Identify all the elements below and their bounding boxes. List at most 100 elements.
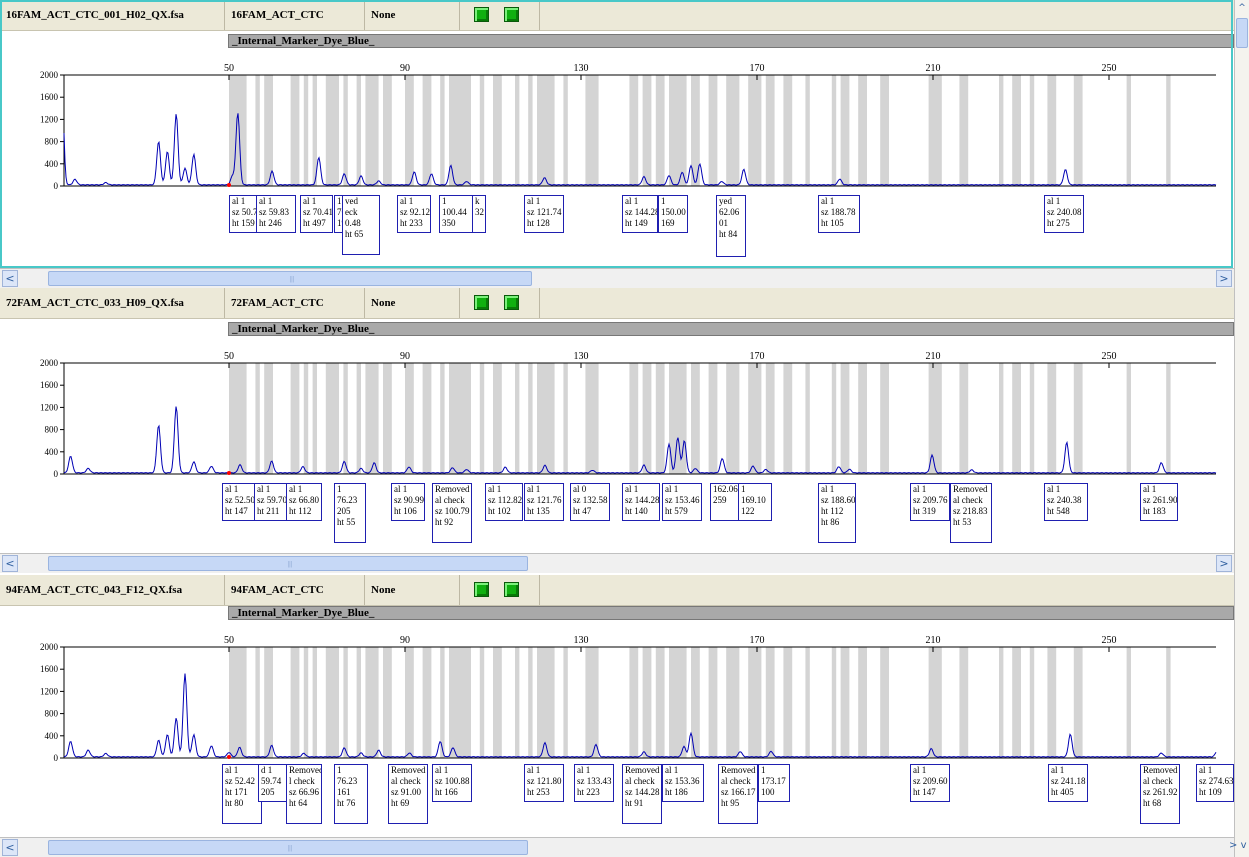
peak-label-box[interactable]: d 1 59.74 205	[258, 764, 288, 802]
peak-label-box[interactable]: al 1 sz 52.50 ht 147	[222, 483, 256, 521]
corner-scroll-buttons[interactable]: > v	[1229, 840, 1249, 857]
electropherogram-panel-3[interactable]: 94FAM_ACT_CTC_043_F12_QX.fsa 94FAM_ACT_C…	[0, 575, 1234, 857]
peak-label-box[interactable]: 1 76.23 205 ht 55	[334, 483, 366, 543]
peak-label-box[interactable]: 1 173.17 100	[758, 764, 790, 802]
peak-label-box[interactable]: al 1 sz 209.60 ht 147	[910, 764, 950, 802]
peak-label-box[interactable]: al 1 sz 112.82 ht 102	[485, 483, 523, 521]
scroll-left-button[interactable]: <	[2, 555, 18, 572]
scroll-thumb[interactable]: |||	[48, 271, 532, 286]
bin-shade	[264, 363, 273, 474]
peak-label-box[interactable]: al 1 sz 121.76 ht 135	[524, 483, 564, 521]
peak-label-box[interactable]: al 1 sz 153.36 ht 186	[662, 764, 704, 802]
scroll-up-button[interactable]: ^	[1235, 1, 1249, 16]
sample-name: 94FAM_ACT_CTC	[225, 575, 365, 605]
peak-label-box[interactable]: 1 100.44 350	[439, 195, 474, 233]
peak-label-box[interactable]: al 1 sz 240.38 ht 548	[1044, 483, 1088, 521]
peak-label-box[interactable]: al 1 sz 52.42 ht 171 ht 80	[222, 764, 262, 824]
peak-label-box[interactable]: al 1 sz 144.28 ht 140	[622, 483, 660, 521]
horizontal-scrollbar[interactable]: < ||| >	[0, 553, 1234, 573]
peak-label-box[interactable]: al 1 sz 153.46 ht 579	[662, 483, 702, 521]
peak-label-box[interactable]: k 32	[472, 195, 486, 233]
bin-shade	[356, 647, 361, 758]
peak-label-line: ht 76	[337, 798, 356, 808]
electropherogram-plot[interactable]: 50 90 130 170 210 250 2000 1600 1200 800 400 0	[0, 336, 1234, 486]
peak-label-box[interactable]: al 1 sz 100.88 ht 166	[432, 764, 472, 802]
peak-label-box[interactable]: Removed al check sz 100.79 ht 92	[432, 483, 472, 543]
peak-label-box[interactable]: al 1 sz 59.83 ht 246	[256, 195, 296, 233]
peak-label-box[interactable]: 1 169.10 122	[738, 483, 772, 521]
y-tick-label: 1600	[40, 380, 59, 390]
peak-label-box[interactable]: al 1 sz 121.74 ht 128	[524, 195, 564, 233]
peak-label-box[interactable]: Removed al check sz 218.83 ht 53	[950, 483, 992, 543]
scroll-left-button[interactable]: <	[2, 839, 18, 856]
peak-label-box[interactable]: Removed al check sz 261.92 ht 68	[1140, 764, 1180, 824]
peak-label-box[interactable]: yed 62.06 01 ht 84	[716, 195, 746, 257]
peak-label-line: ht 246	[259, 218, 282, 228]
peak-label-box[interactable]: 1 150.00 169	[658, 195, 688, 233]
dye-swatch-icon[interactable]	[504, 7, 519, 22]
marker-dot	[227, 183, 231, 187]
peak-label-box[interactable]: 162.06 259	[710, 483, 740, 521]
peak-label-line: 76.23	[337, 495, 358, 505]
peak-label-box[interactable]: Removed l check sz 66.96 ht 64	[286, 764, 322, 824]
bin-shade	[831, 75, 837, 186]
scroll-thumb[interactable]: |||	[48, 840, 528, 855]
peak-label-box[interactable]: al 1 sz 70.41 ht 497	[300, 195, 333, 233]
horizontal-scrollbar[interactable]: < |||	[0, 837, 1234, 857]
horizontal-scrollbar[interactable]: < ||| >	[0, 268, 1234, 288]
peak-label-box[interactable]: al 1 sz 209.76 ht 319	[910, 483, 950, 521]
x-tick-label: 170	[750, 63, 765, 74]
scroll-down-icon[interactable]: v	[1241, 840, 1247, 851]
peak-label-box[interactable]: al 1 sz 188.78 ht 105	[818, 195, 860, 233]
peak-label-box[interactable]: al 1 sz 261.90 ht 183	[1140, 483, 1178, 521]
peak-label-box[interactable]: ved eck 0.48 ht 65	[342, 195, 380, 255]
bin-shade	[255, 647, 260, 758]
scroll-thumb[interactable]: |||	[48, 556, 528, 571]
peak-label-line: ht 84	[719, 229, 738, 239]
peak-label-box[interactable]: al 1 sz 121.80 ht 253	[524, 764, 564, 802]
peak-label-box[interactable]: al 1 sz 66.80 ht 112	[286, 483, 322, 521]
electropherogram-panel-2[interactable]: 72FAM_ACT_CTC_033_H09_QX.fsa 72FAM_ACT_C…	[0, 288, 1234, 575]
bin-shade	[1166, 363, 1171, 474]
electropherogram-plot[interactable]: 50 90 130 170 210 250 2000 1600 1200 800 400 0	[0, 620, 1234, 770]
peak-label-line: ht 319	[913, 506, 936, 516]
peak-label-box[interactable]: al 1 sz 133.43 ht 223	[574, 764, 614, 802]
dye-swatch-icon[interactable]	[474, 7, 489, 22]
peak-label-box[interactable]: al 1 sz 274.63 ht 109	[1196, 764, 1234, 802]
bin-shade	[655, 75, 665, 186]
dye-swatch-icon[interactable]	[504, 582, 519, 597]
status-text: None	[365, 575, 460, 605]
bin-shade	[1029, 363, 1035, 474]
dye-swatch-icon[interactable]	[474, 582, 489, 597]
vertical-scroll-thumb[interactable]	[1236, 18, 1248, 48]
peak-label-box[interactable]: al 1 sz 188.60 ht 112 ht 86	[818, 483, 856, 543]
peak-label-line: ht 68	[1143, 798, 1162, 808]
peak-label-box[interactable]: al 1sz 50.79ht 159	[229, 195, 257, 233]
peak-label-line: ht 55	[337, 517, 356, 527]
peak-label-box[interactable]: al 0 sz 132.58 ht 47	[570, 483, 610, 521]
electropherogram-plot[interactable]: 50 90 130 170 210 250 2000 1600 1200 800 400 0	[0, 48, 1234, 198]
peak-label-box[interactable]: 1 76.23 161 ht 76	[334, 764, 368, 824]
scroll-right-icon[interactable]: >	[1229, 840, 1237, 851]
peak-label-box[interactable]: al 1 sz 144.28 ht 149	[622, 195, 658, 233]
peak-label-box[interactable]: al 1 sz 240.08 ht 275	[1044, 195, 1084, 233]
dye-swatch-icon[interactable]	[474, 295, 489, 310]
peak-label-box[interactable]: al 1 sz 59.70 ht 211	[254, 483, 290, 521]
bin-shade	[726, 363, 740, 474]
peak-label-box[interactable]: Removed al check sz 144.28 ht 91	[622, 764, 662, 824]
peak-label-box[interactable]: al 1 sz 92.12 ht 233	[397, 195, 431, 233]
vertical-scrollbar[interactable]: ^	[1234, 0, 1249, 857]
bin-shade	[858, 75, 867, 186]
peak-label-box[interactable]: al 1 sz 241.18 ht 405	[1048, 764, 1088, 802]
peak-label-box[interactable]: Removed al check sz 91.00 ht 69	[388, 764, 428, 824]
peak-label-line: al 1	[259, 196, 273, 206]
peak-label-line: al 1	[303, 196, 317, 206]
peak-label-line: ht 102	[488, 506, 511, 516]
electropherogram-panel-1[interactable]: 16FAM_ACT_CTC_001_H02_QX.fsa 16FAM_ACT_C…	[0, 0, 1234, 288]
scroll-right-button[interactable]: >	[1216, 555, 1232, 572]
peak-label-box[interactable]: al 1 sz 90.99 ht 106	[391, 483, 425, 521]
scroll-right-button[interactable]: >	[1216, 270, 1232, 287]
dye-swatch-icon[interactable]	[504, 295, 519, 310]
scroll-left-button[interactable]: <	[2, 270, 18, 287]
peak-label-box[interactable]: Removed al check sz 166.17 ht 95	[718, 764, 758, 824]
